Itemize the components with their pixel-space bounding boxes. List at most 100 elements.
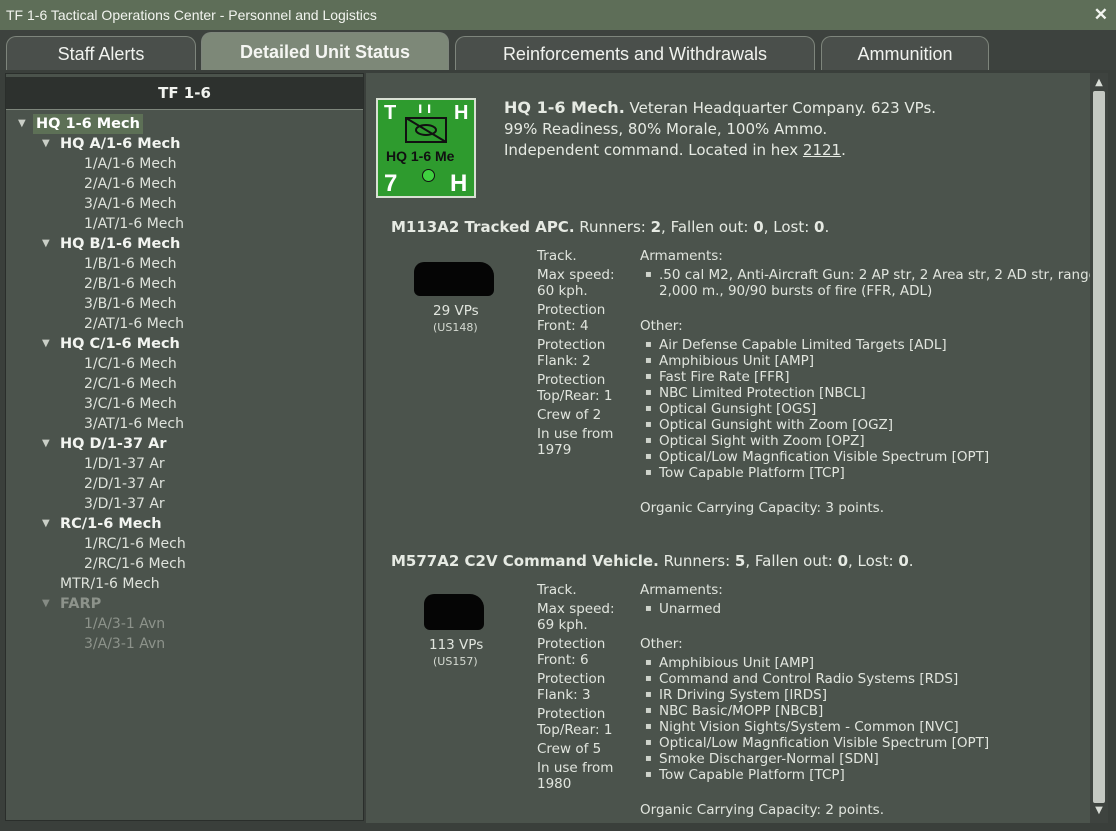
vehicle-1-other-label: Other: xyxy=(640,318,683,334)
tree-item[interactable]: 2/B/1-6 Mech xyxy=(84,274,177,294)
vehicle-1-stat: Protection xyxy=(537,372,606,388)
counter-bottom-left: 7 xyxy=(384,170,398,197)
tree-item[interactable]: 1/RC/1-6 Mech xyxy=(84,534,186,554)
vehicle-1-stat: Track. xyxy=(537,248,577,264)
detail-scrollbar[interactable]: ▲ ▼ xyxy=(1090,73,1108,823)
vehicle-2-stat: Track. xyxy=(537,582,577,598)
vehicle-2-feature: NBC Basic/MOPP [NBCB] xyxy=(645,703,823,719)
tree-item[interactable]: 2/D/1-37 Ar xyxy=(84,474,165,494)
chevron-down-icon[interactable]: ▼ xyxy=(42,514,50,534)
tree-item-hq-d[interactable]: HQ D/1-37 Ar xyxy=(60,434,167,454)
vehicle-2-stat: Front: 6 xyxy=(537,652,589,668)
tree-item-hq-a[interactable]: HQ A/1-6 Mech xyxy=(60,134,180,154)
vehicle-2-stat: 1980 xyxy=(537,776,572,792)
chevron-down-icon[interactable]: ▼ xyxy=(42,594,50,614)
tree-item[interactable]: 1/AT/1-6 Mech xyxy=(84,214,184,234)
chevron-down-icon[interactable]: ▼ xyxy=(42,234,50,254)
vehicle-2-stat: Crew of 5 xyxy=(537,741,602,757)
counter-top-right: H xyxy=(454,102,469,124)
chevron-down-icon[interactable]: ▼ xyxy=(18,114,26,134)
vehicle-1-feature: Amphibious Unit [AMP] xyxy=(645,353,814,369)
tree-item[interactable]: 2/A/1-6 Mech xyxy=(84,174,177,194)
vehicle-2-vps: 113 VPs xyxy=(429,637,484,653)
vehicle-1-vps: 29 VPs xyxy=(433,303,479,319)
vehicle-2-stat: In use from xyxy=(537,760,614,776)
tab-staff-alerts[interactable]: Staff Alerts xyxy=(6,36,196,70)
tree-item[interactable]: 3/A/1-6 Mech xyxy=(84,194,177,214)
tree-item[interactable]: 3/A/3-1 Avn xyxy=(84,634,165,654)
tab-reinforcements-withdrawals[interactable]: Reinforcements and Withdrawals xyxy=(455,36,815,70)
tree-item[interactable]: 1/B/1-6 Mech xyxy=(84,254,177,274)
tab-ammunition[interactable]: Ammunition xyxy=(821,36,989,70)
vehicle-1-stat: Protection xyxy=(537,302,606,318)
vehicle-1-header: M113A2 Tracked APC. Runners: 2, Fallen o… xyxy=(391,218,830,236)
tree-item[interactable]: 1/A/1-6 Mech xyxy=(84,154,177,174)
vehicle-2-feature: IR Driving System [IRDS] xyxy=(645,687,827,703)
vehicle-1-stat: Front: 4 xyxy=(537,318,589,334)
tree-item[interactable]: 2/AT/1-6 Mech xyxy=(84,314,184,334)
unit-name: HQ 1-6 Mech. xyxy=(504,98,625,117)
unit-summary-line1: HQ 1-6 Mech. Veteran Headquarter Company… xyxy=(504,98,936,117)
unit-counter: T ı ı H HQ 1-6 Me 7 H xyxy=(376,98,476,198)
tree-item-hq-b[interactable]: HQ B/1-6 Mech xyxy=(60,234,180,254)
scroll-up-arrow-icon[interactable]: ▲ xyxy=(1090,75,1108,91)
window-title: TF 1-6 Tactical Operations Center - Pers… xyxy=(6,7,377,23)
tree-item-farp[interactable]: FARP xyxy=(60,594,101,614)
vehicle-2-armament: Unarmed xyxy=(645,601,721,617)
vehicle-1-stat: 1979 xyxy=(537,442,572,458)
tab-bar: Staff Alerts Detailed Unit Status Reinfo… xyxy=(0,30,1116,70)
unit-summary-line3: Independent command. Located in hex 2121… xyxy=(504,141,846,159)
vehicle-2-armaments-label: Armaments: xyxy=(640,582,723,598)
chevron-down-icon[interactable]: ▼ xyxy=(42,134,50,154)
vehicle-1-armaments-label: Armaments: xyxy=(640,248,723,264)
tree-item-hq-1-6-mech[interactable]: HQ 1-6 Mech xyxy=(33,114,143,134)
vehicle-1-armament: .50 cal M2, Anti-Aircraft Gun: 2 AP str,… xyxy=(645,267,1097,283)
vehicle-1-stat: 60 kph. xyxy=(537,283,588,299)
tree-item[interactable]: 1/A/3-1 Avn xyxy=(84,614,165,634)
vehicle-1-name: M113A2 Tracked APC. xyxy=(391,218,575,236)
tree-header: TF 1-6 xyxy=(6,77,363,110)
vehicle-2-stat: Protection xyxy=(537,671,606,687)
vehicle-2-code: (US157) xyxy=(433,655,478,668)
tree-item[interactable]: 2/C/1-6 Mech xyxy=(84,374,177,394)
vehicle-2-stat: Flank: 3 xyxy=(537,687,591,703)
vehicle-2-feature: Smoke Discharger-Normal [SDN] xyxy=(645,751,879,767)
vehicle-2-other-label: Other: xyxy=(640,636,683,652)
vehicle-2-name: M577A2 C2V Command Vehicle. xyxy=(391,552,659,570)
tree-item[interactable]: 1/D/1-37 Ar xyxy=(84,454,165,474)
vehicle-2-stat: 69 kph. xyxy=(537,617,588,633)
hq-symbol-icon xyxy=(405,117,447,143)
unit-tree[interactable]: ▼ HQ 1-6 Mech ▼ HQ A/1-6 Mech 1/A/1-6 Me… xyxy=(6,112,363,812)
chevron-down-icon[interactable]: ▼ xyxy=(42,334,50,354)
tree-item[interactable]: 3/B/1-6 Mech xyxy=(84,294,177,314)
tree-item[interactable]: 3/D/1-37 Ar xyxy=(84,494,165,514)
tree-item-hq-c[interactable]: HQ C/1-6 Mech xyxy=(60,334,180,354)
tree-item[interactable]: 1/C/1-6 Mech xyxy=(84,354,177,374)
vehicle-1-image xyxy=(414,262,494,296)
tree-item-mtr[interactable]: MTR/1-6 Mech xyxy=(60,574,160,594)
scroll-down-arrow-icon[interactable]: ▼ xyxy=(1090,803,1108,819)
vehicle-1-code: (US148) xyxy=(433,321,478,334)
counter-bottom-right: H xyxy=(450,170,468,197)
unit-summary-line2: 99% Readiness, 80% Morale, 100% Ammo. xyxy=(504,120,828,138)
status-dot-icon xyxy=(422,169,435,182)
hex-link[interactable]: 2121 xyxy=(803,141,841,159)
vehicle-1-stat: Max speed: xyxy=(537,267,615,283)
vehicle-2-stat: Top/Rear: 1 xyxy=(537,722,613,738)
tree-item-rc[interactable]: RC/1-6 Mech xyxy=(60,514,162,534)
tree-item[interactable]: 2/RC/1-6 Mech xyxy=(84,554,186,574)
vehicle-1-capacity: Organic Carrying Capacity: 3 points. xyxy=(640,500,885,516)
vehicle-2-feature: Tow Capable Platform [TCP] xyxy=(645,767,845,783)
scroll-thumb[interactable] xyxy=(1093,91,1105,803)
vehicle-2-feature: Command and Control Radio Systems [RDS] xyxy=(645,671,958,687)
close-icon[interactable]: ✕ xyxy=(1094,0,1108,30)
vehicle-1-armament-cont: 2,000 m., 90/90 bursts of fire (FFR, ADL… xyxy=(659,283,933,299)
tree-item[interactable]: 3/AT/1-6 Mech xyxy=(84,414,184,434)
chevron-down-icon[interactable]: ▼ xyxy=(42,434,50,454)
unit-desc: Veteran Headquarter Company. 623 VPs. xyxy=(629,99,937,117)
vehicle-2-stat: Max speed: xyxy=(537,601,615,617)
tree-item[interactable]: 3/C/1-6 Mech xyxy=(84,394,177,414)
vehicle-1-stat: Flank: 2 xyxy=(537,353,591,369)
tab-detailed-unit-status[interactable]: Detailed Unit Status xyxy=(201,32,449,70)
vehicle-1-feature: Optical Gunsight with Zoom [OGZ] xyxy=(645,417,893,433)
